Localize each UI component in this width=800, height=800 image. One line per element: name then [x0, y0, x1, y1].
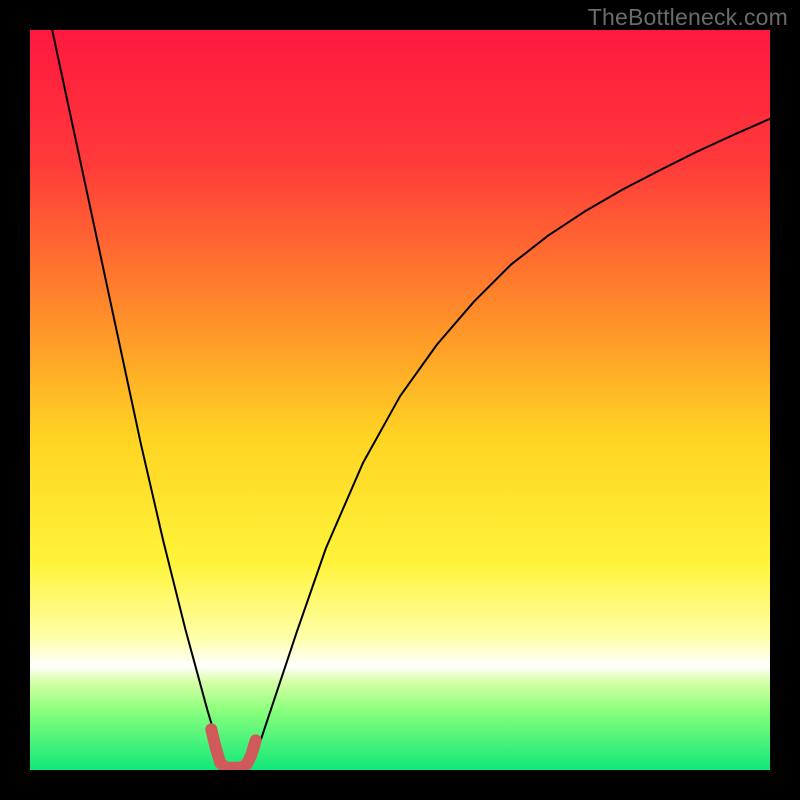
chart-background: [30, 30, 770, 770]
chart-frame: [30, 30, 770, 770]
watermark-text: TheBottleneck.com: [588, 4, 788, 31]
